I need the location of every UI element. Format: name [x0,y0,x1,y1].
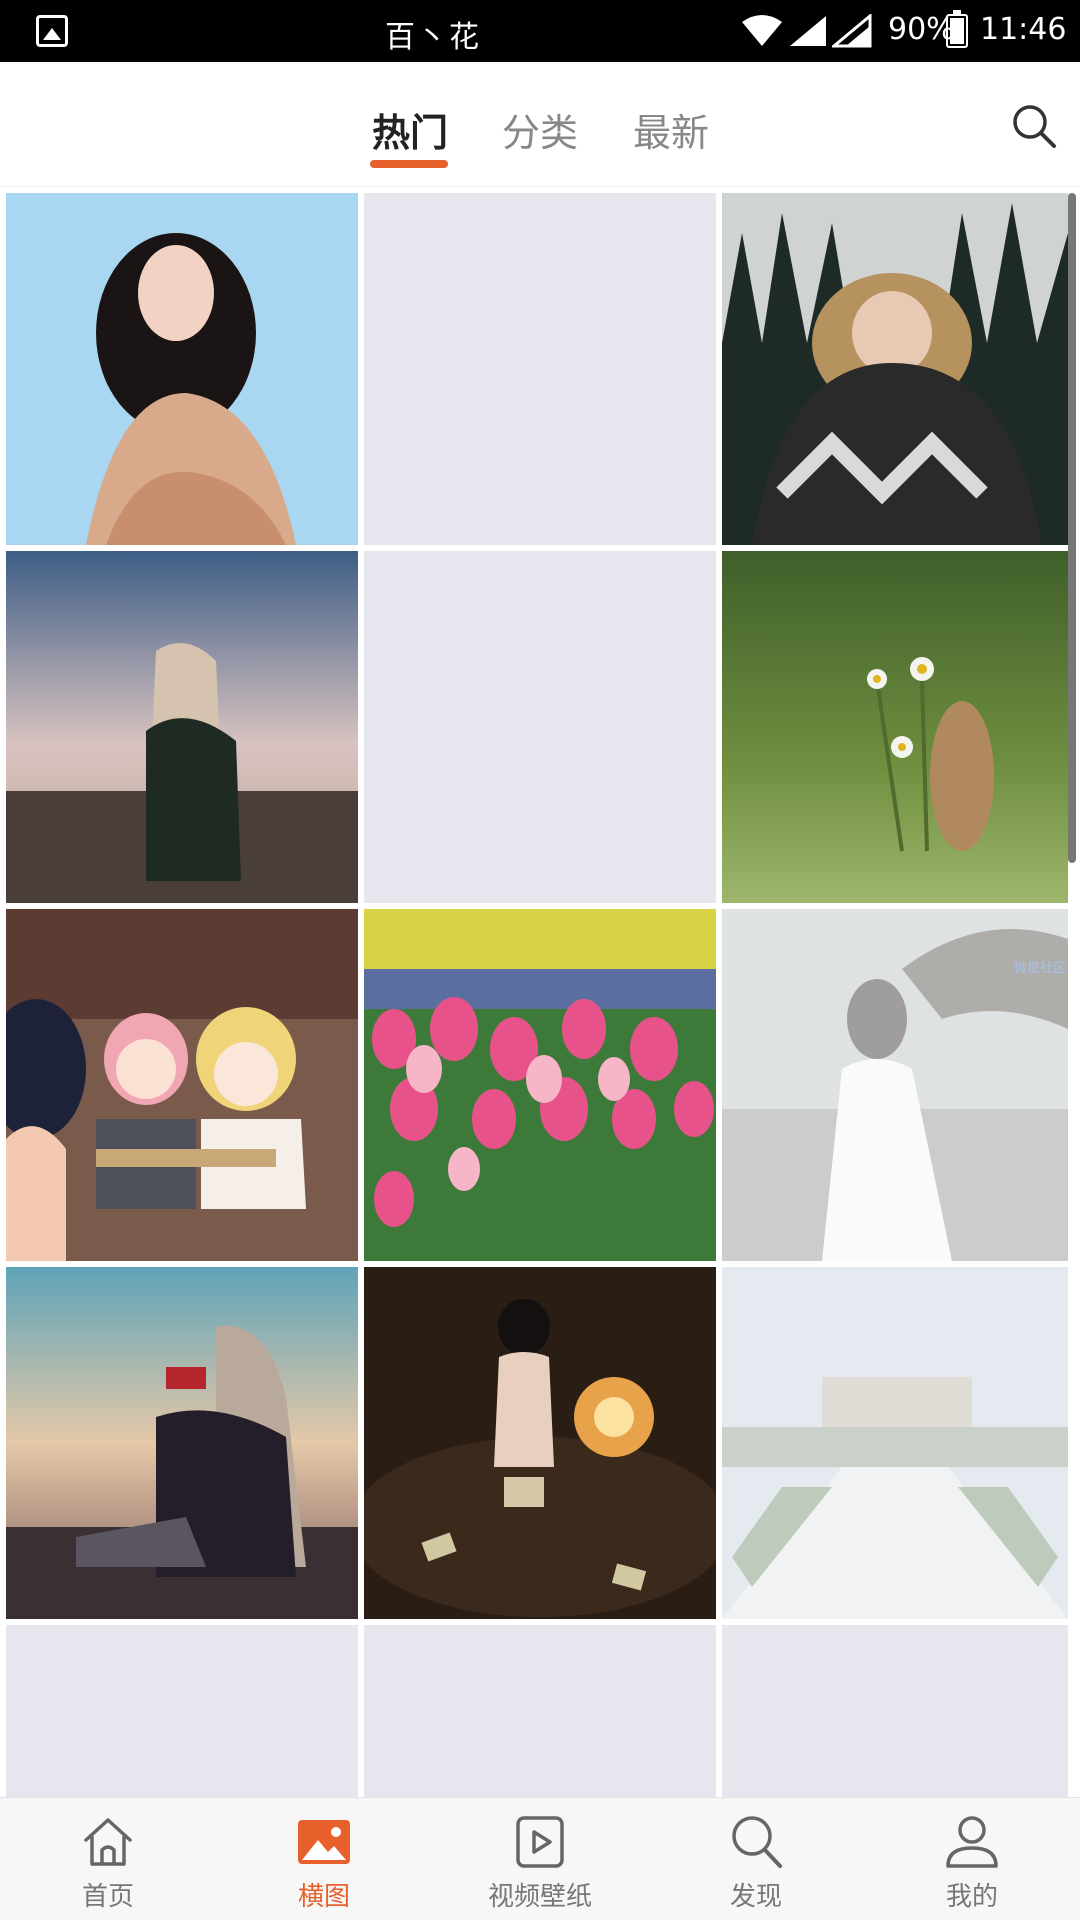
tab-category[interactable]: 分类 [502,102,578,157]
battery-percent: 90% [888,12,955,47]
search-icon [732,1816,782,1868]
wifi-icon [742,15,782,46]
nav-landscape-label: 横图 [297,1882,350,1912]
wallpaper-tile[interactable] [722,1267,1068,1619]
status-bar: 百丶花 90% 11:46 [0,0,1080,62]
wallpaper-image [722,1267,1068,1619]
wallpaper-image [6,193,358,545]
wallpaper-image [6,909,358,1261]
wallpaper-image [722,551,1068,903]
nav-landscape[interactable]: 横图 [216,1798,432,1920]
home-icon [84,1818,132,1866]
nav-profile[interactable]: 我的 [864,1798,1080,1920]
signal-icon [790,16,826,46]
wallpaper-grid: 微星社区 [0,187,1080,1797]
signal-icon-2 [832,14,872,48]
battery-icon [946,10,968,48]
watermark-text: 微星社区 [1013,961,1066,976]
wallpaper-image [722,909,1068,1261]
wallpaper-tile-placeholder[interactable] [364,193,716,545]
wallpaper-image [364,909,716,1261]
gallery-notification-icon [36,15,68,47]
nav-discover[interactable]: 发现 [648,1798,864,1920]
status-title: 百丶花 [385,20,481,55]
wallpaper-tile[interactable] [6,1267,358,1619]
scrollbar[interactable] [1068,193,1076,863]
wallpaper-tile-placeholder[interactable] [6,1625,358,1797]
wallpaper-tile-placeholder[interactable] [364,551,716,903]
nav-video-label: 视频壁纸 [487,1882,592,1912]
wallpaper-image [6,1267,358,1619]
tab-hot[interactable]: 热门 [372,102,448,157]
clock: 11:46 [980,12,1067,47]
wallpaper-tile[interactable] [6,193,358,545]
nav-video-wallpaper[interactable]: 视频壁纸 [432,1798,648,1920]
wallpaper-tile-placeholder[interactable] [722,1625,1068,1797]
wallpaper-tile[interactable] [6,909,358,1261]
wallpaper-tile[interactable] [722,193,1068,545]
wallpaper-tile[interactable] [364,1267,716,1619]
top-tab-bar: 热门 分类 最新 [0,62,1080,187]
nav-home-label: 首页 [81,1882,134,1912]
tab-latest[interactable]: 最新 [633,102,709,157]
wallpaper-image [722,193,1068,545]
active-tab-indicator [370,160,448,168]
wallpaper-tile[interactable]: 微星社区 [722,909,1068,1261]
wallpaper-tile[interactable] [364,909,716,1261]
image-icon [298,1820,350,1864]
nav-home[interactable]: 首页 [0,1798,216,1920]
nav-profile-label: 我的 [945,1882,998,1912]
wallpaper-tile-placeholder[interactable] [364,1625,716,1797]
bottom-nav: 首页 横图 视频壁纸 发现 我的 [0,1797,1080,1920]
wallpaper-image [364,1267,716,1619]
profile-icon [946,1816,998,1868]
search-icon[interactable] [1010,102,1058,150]
wallpaper-image [6,551,358,903]
play-icon [516,1816,564,1868]
nav-discover-label: 发现 [729,1882,782,1912]
wallpaper-tile[interactable] [722,551,1068,903]
wallpaper-tile[interactable] [6,551,358,903]
